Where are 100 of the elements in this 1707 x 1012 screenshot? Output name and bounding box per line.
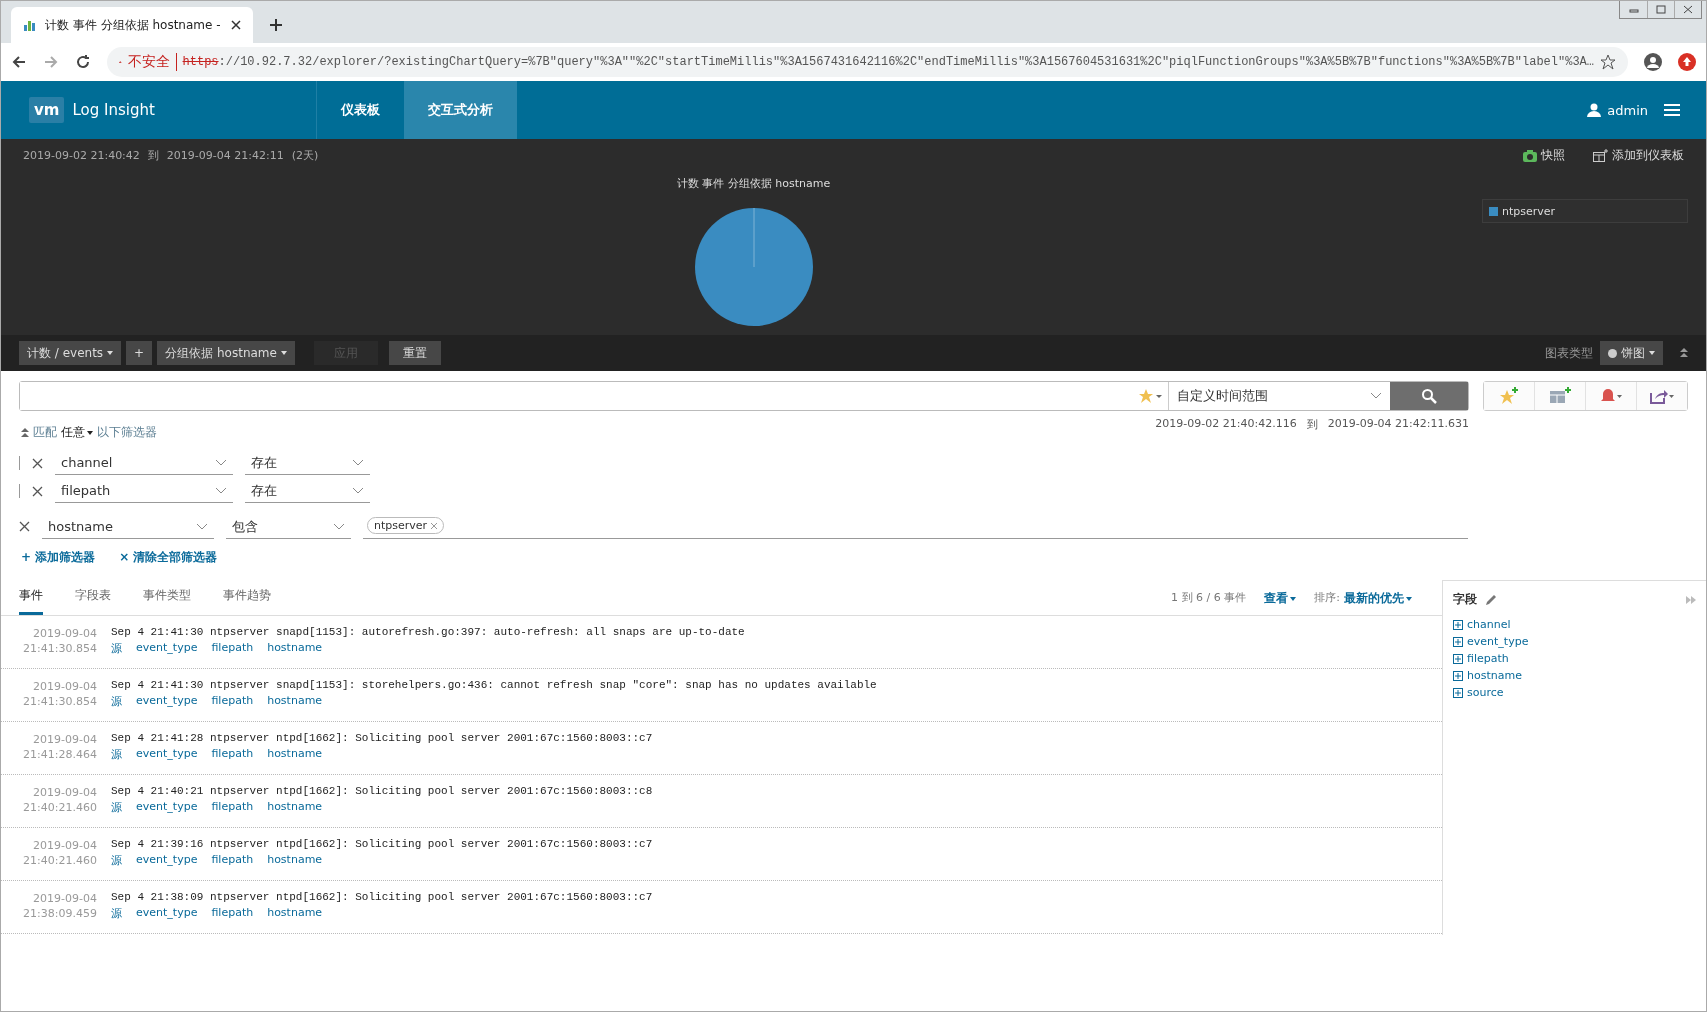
group-by-dropdown[interactable]: 分组依据 hostname <box>157 341 295 365</box>
alert-button[interactable] <box>1585 382 1636 410</box>
field-dropdown[interactable]: hostname <box>42 515 214 539</box>
clear-filters-link[interactable]: × 清除全部筛选器 <box>119 549 218 566</box>
field-item[interactable]: hostname <box>1453 669 1696 682</box>
security-label: 不安全 <box>127 53 177 71</box>
field-link[interactable]: 源 <box>111 853 122 868</box>
field-link[interactable]: hostname <box>267 906 323 921</box>
field-dropdown[interactable]: channel <box>55 451 233 475</box>
field-link[interactable]: hostname <box>267 853 323 868</box>
field-link[interactable]: event_type <box>136 906 198 921</box>
operator-dropdown[interactable]: 存在 <box>245 451 370 475</box>
field-link[interactable]: 源 <box>111 694 122 709</box>
operator-dropdown[interactable]: 存在 <box>245 479 370 503</box>
remove-filter-icon[interactable] <box>32 485 43 497</box>
field-link[interactable]: filepath <box>211 641 254 656</box>
value-field[interactable]: ntpserver <box>363 513 1468 539</box>
range-from: 2019-09-02 21:40:42.116 <box>1155 417 1297 432</box>
result-tab[interactable]: 字段表 <box>75 587 111 615</box>
field-link[interactable]: filepath <box>211 747 254 762</box>
field-link[interactable]: hostname <box>267 694 323 709</box>
event-time: 21:41:30.854 <box>22 641 97 656</box>
chart-action-link[interactable]: 快照 <box>1523 147 1565 164</box>
menu-icon[interactable] <box>1664 103 1680 117</box>
operator-dropdown[interactable]: 包含 <box>226 515 351 539</box>
field-link[interactable]: filepath <box>211 800 254 815</box>
field-link[interactable]: hostname <box>267 641 323 656</box>
field-link[interactable]: 源 <box>111 800 122 815</box>
plus-box-icon <box>1453 653 1463 664</box>
star-icon[interactable] <box>1138 388 1162 404</box>
field-link[interactable]: 源 <box>111 641 122 656</box>
new-tab-icon[interactable] <box>269 18 283 32</box>
bell-icon <box>1600 388 1622 404</box>
field-link[interactable]: hostname <box>267 747 323 762</box>
view-dropdown[interactable]: 查看 <box>1264 590 1297 607</box>
field-link[interactable]: event_type <box>136 853 198 868</box>
collapse-icon[interactable] <box>21 428 29 437</box>
field-dropdown[interactable]: filepath <box>55 479 233 503</box>
update-icon[interactable] <box>1678 53 1696 71</box>
close-icon[interactable] <box>231 20 241 30</box>
dashboard-add-icon <box>1593 149 1608 162</box>
field-item[interactable]: source <box>1453 686 1696 699</box>
nav-tab[interactable]: 仪表板 <box>317 81 404 139</box>
address-bar[interactable]: 不安全 https://10.92.7.32/explorer/?existingChartQuery=%7B"query"%3A""%2C"startTimeMillis"%3A1567431642116%2C"endTimeMillis"%3A1567604531631%2C"piqlFunctionGroups"%3A%5B%7B"functions"%3A%5B%7B"label"%3A… <box>107 47 1628 77</box>
event-message: Sep 4 21:39:16 ntpserver ntpd[1662]: Soliciting pool server 2001:67c:1560:8003::c7 <box>111 838 653 850</box>
result-tab[interactable]: 事件 <box>19 587 43 615</box>
field-link[interactable]: filepath <box>211 853 254 868</box>
field-link[interactable]: 源 <box>111 906 122 921</box>
field-item[interactable]: channel <box>1453 618 1696 631</box>
search-bar[interactable]: 自定义时间范围 <box>19 381 1469 411</box>
add-function-button[interactable]: + <box>126 341 153 365</box>
match-prefix: 匹配 <box>33 424 57 441</box>
reload-icon[interactable] <box>75 54 91 70</box>
pencil-icon[interactable] <box>1485 593 1497 606</box>
collapse-icon[interactable] <box>1680 348 1688 358</box>
chart-title: 计数 事件 分组依据 hostname <box>676 176 831 191</box>
field-item[interactable]: event_type <box>1453 635 1696 648</box>
chart-type-dropdown[interactable]: 饼图 <box>1600 341 1663 365</box>
reset-button[interactable]: 重置 <box>388 341 441 365</box>
user-name[interactable]: admin <box>1607 102 1648 118</box>
plus-box-icon <box>1453 636 1463 647</box>
field-link[interactable]: hostname <box>267 800 323 815</box>
field-link[interactable]: 源 <box>111 747 122 762</box>
remove-filter-icon[interactable] <box>19 520 30 532</box>
remove-value-icon[interactable] <box>430 523 437 529</box>
field-link[interactable]: event_type <box>136 641 198 656</box>
field-item[interactable]: filepath <box>1453 652 1696 665</box>
field-link[interactable]: event_type <box>136 747 198 762</box>
field-link[interactable]: filepath <box>211 694 254 709</box>
event-time: 21:40:21.460 <box>22 853 97 868</box>
event-message: Sep 4 21:41:30 ntpserver snapd[1153]: storehelpers.go:436: cannot refresh snap "core": snap has no updates available <box>111 679 877 691</box>
star-icon[interactable] <box>1600 54 1616 70</box>
range-separator: 到 <box>147 148 159 163</box>
nav-tab[interactable]: 交互式分析 <box>404 81 517 139</box>
field-link[interactable]: event_type <box>136 694 198 709</box>
range-duration: (2天) <box>291 148 319 163</box>
event-date: 2019-09-04 <box>32 785 97 800</box>
browser-tab[interactable]: 计数 事件 分组依据 hostname - <box>11 7 253 43</box>
result-tab[interactable]: 事件趋势 <box>223 587 271 615</box>
dashboard-plus-icon <box>1549 387 1571 405</box>
share-button[interactable] <box>1636 382 1687 410</box>
camera-icon <box>1523 149 1537 162</box>
chevron-down-icon <box>196 522 208 531</box>
chart-action-link[interactable]: 添加到仪表板 <box>1593 147 1684 164</box>
field-link[interactable]: filepath <box>211 906 254 921</box>
sort-dropdown[interactable]: 最新的优先 <box>1344 590 1412 607</box>
event-message: Sep 4 21:41:30 ntpserver snapd[1153]: autorefresh.go:397: auto-refresh: all snaps are up-to-date <box>111 626 745 638</box>
event-time: 21:41:30.854 <box>22 694 97 709</box>
remove-filter-icon[interactable] <box>32 457 43 469</box>
field-link[interactable]: event_type <box>136 800 198 815</box>
back-icon[interactable] <box>11 54 27 70</box>
event-date: 2019-09-04 <box>32 626 97 641</box>
account-icon[interactable] <box>1644 53 1662 71</box>
search-button[interactable] <box>1390 382 1468 410</box>
result-tab[interactable]: 事件类型 <box>143 587 191 615</box>
chevron-down-icon <box>215 486 227 495</box>
add-filter-link[interactable]: + 添加筛选器 <box>21 549 96 566</box>
match-mode-dropdown[interactable]: 任意 <box>61 424 93 441</box>
chevron-down-icon <box>333 522 345 531</box>
function-dropdown[interactable]: 计数 / events <box>19 341 122 365</box>
